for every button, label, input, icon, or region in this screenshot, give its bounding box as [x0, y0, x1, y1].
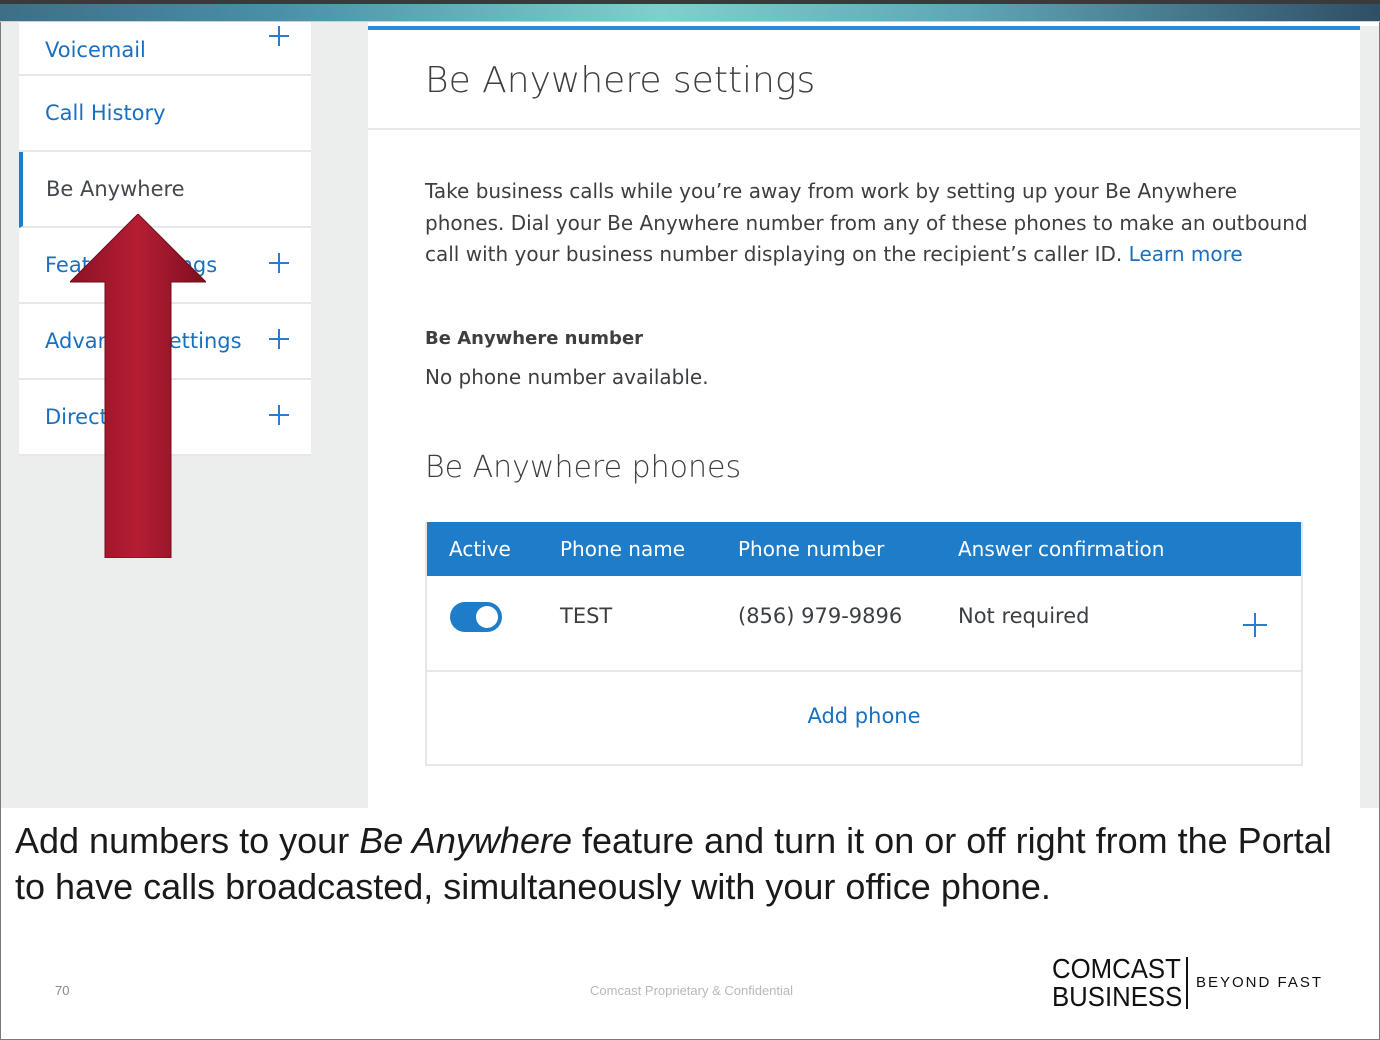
- expand-plus-icon[interactable]: [269, 253, 289, 273]
- column-header-active: Active: [449, 537, 511, 561]
- active-toggle[interactable]: [450, 602, 502, 632]
- sidebar-item-label: Feature Settings: [45, 253, 218, 277]
- caption-text-start: Add numbers to your: [15, 820, 360, 861]
- phone-name-cell: TEST: [560, 604, 613, 628]
- expand-plus-icon[interactable]: [269, 405, 289, 425]
- be-anywhere-number-value: No phone number available.: [425, 365, 709, 389]
- slide-top-bar: [0, 0, 1380, 22]
- sidebar-item-label: Directory: [45, 405, 142, 429]
- main-panel: Be Anywhere settings Take business calls…: [368, 26, 1360, 808]
- table-row: TEST (856) 979-9896 Not required: [427, 576, 1301, 672]
- right-gutter: [1360, 26, 1379, 808]
- page-title: Be Anywhere settings: [425, 60, 816, 101]
- column-header-phone-name: Phone name: [560, 537, 686, 561]
- toggle-knob: [476, 606, 498, 628]
- logo-line-1: COMCAST: [1052, 953, 1181, 984]
- sidebar: Voicemail Call History Be Anywhere Featu…: [19, 22, 311, 456]
- sidebar-item-be-anywhere[interactable]: Be Anywhere: [19, 152, 311, 228]
- sidebar-item-voicemail[interactable]: Voicemail: [19, 22, 311, 76]
- column-header-phone-number: Phone number: [738, 537, 885, 561]
- sidebar-item-advanced-settings[interactable]: Advanced Settings: [19, 304, 311, 380]
- description: Take business calls while you’re away fr…: [425, 176, 1315, 271]
- title-divider: [368, 128, 1360, 130]
- logo-tagline: BEYOND FAST: [1196, 974, 1324, 991]
- sidebar-item-directory[interactable]: Directory: [19, 380, 311, 456]
- sidebar-item-call-history[interactable]: Call History: [19, 76, 311, 152]
- sidebar-item-feature-settings[interactable]: Feature Settings: [19, 228, 311, 304]
- table-header: Active Phone name Phone number Answer co…: [427, 522, 1301, 576]
- phone-number-cell: (856) 979-9896: [738, 604, 903, 628]
- sidebar-item-label: Be Anywhere: [46, 177, 185, 201]
- confidential-notice: Comcast Proprietary & Confidential: [590, 983, 794, 998]
- expand-plus-icon[interactable]: [269, 26, 289, 46]
- expand-plus-icon[interactable]: [1243, 613, 1267, 637]
- comcast-business-logo: COMCAST BUSINESS BEYOND FAST: [1052, 955, 1342, 1013]
- caption-emphasis: Be Anywhere: [359, 820, 572, 861]
- logo-line-2: BUSINESS: [1052, 981, 1183, 1012]
- logo-divider: [1186, 957, 1188, 1009]
- phones-section-title: Be Anywhere phones: [425, 450, 742, 485]
- add-phone-link[interactable]: Add phone: [427, 704, 1301, 728]
- phones-table: Active Phone name Phone number Answer co…: [425, 522, 1303, 766]
- column-header-answer-confirmation: Answer confirmation: [958, 537, 1165, 561]
- learn-more-link[interactable]: Learn more: [1129, 242, 1243, 266]
- answer-confirmation-cell: Not required: [958, 604, 1090, 628]
- slide-number: 70: [55, 983, 70, 998]
- expand-plus-icon[interactable]: [269, 329, 289, 349]
- slide-caption: Add numbers to your Be Anywhere feature …: [15, 818, 1355, 910]
- sidebar-item-label: Voicemail: [45, 38, 146, 62]
- be-anywhere-number-label: Be Anywhere number: [425, 328, 644, 349]
- add-phone-row: Add phone: [427, 672, 1301, 764]
- sidebar-item-label: Advanced Settings: [45, 329, 242, 353]
- slide-top-bar-edge: [0, 0, 1380, 4]
- sidebar-item-label: Call History: [45, 101, 166, 125]
